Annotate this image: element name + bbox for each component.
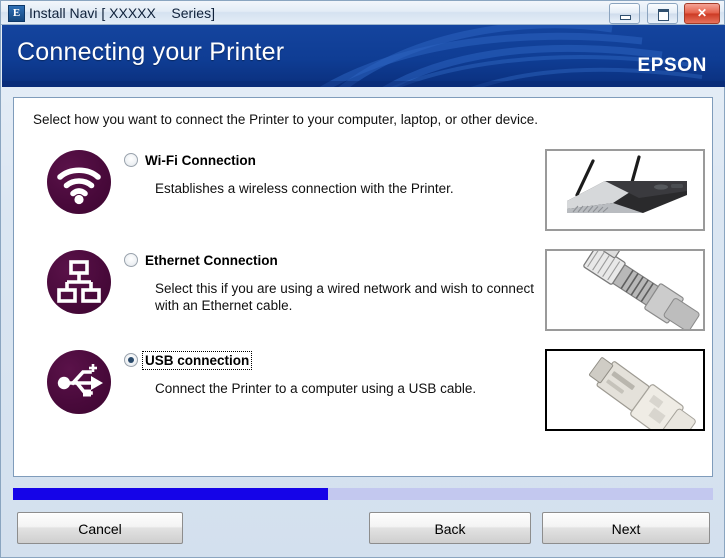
usb-connector-image [547, 351, 703, 429]
minimize-button[interactable] [609, 3, 641, 24]
cancel-button[interactable]: Cancel [17, 512, 183, 544]
radio-ethernet[interactable] [124, 253, 138, 267]
option-description-wifi: Establishes a wireless connection with t… [155, 181, 454, 196]
ethernet-label-group[interactable]: Ethernet Connection [124, 252, 280, 270]
next-button[interactable]: Next [542, 512, 710, 544]
option-label-wifi[interactable]: Wi-Fi Connection [143, 152, 258, 169]
close-icon: ✕ [696, 6, 708, 20]
progress-fill [13, 488, 328, 500]
page-title: Connecting your Printer [17, 38, 285, 66]
usb-label-group[interactable]: USB connection [124, 351, 253, 370]
option-label-usb[interactable]: USB connection [141, 351, 253, 370]
minimize-icon [620, 15, 632, 20]
usb-icon-glyph [57, 364, 103, 397]
epson-logo: EPSON [637, 55, 707, 76]
radio-usb[interactable] [124, 353, 138, 367]
usb-connector-photo [545, 349, 705, 431]
ethernet-cable-photo [545, 249, 705, 331]
usb-icon [47, 350, 111, 414]
title-bar: E Install Navi [ XXXXX Series] ✕ [1, 1, 724, 25]
install-navi-window: E Install Navi [ XXXXX Series] ✕ Connect… [0, 0, 725, 558]
maximize-button[interactable] [646, 3, 678, 24]
instruction-text: Select how you want to connect the Print… [33, 112, 539, 127]
content-panel: Select how you want to connect the Print… [13, 97, 713, 477]
radio-wifi[interactable] [124, 153, 138, 167]
option-description-ethernet: Select this if you are using a wired net… [155, 281, 534, 313]
option-row-usb[interactable]: USB connection Connect the Printer to a … [14, 349, 712, 434]
ethernet-icon [47, 250, 111, 314]
wifi-icon-glyph [57, 167, 101, 205]
maximize-icon [657, 9, 669, 21]
option-label-ethernet[interactable]: Ethernet Connection [143, 252, 280, 269]
progress-bar [13, 488, 713, 500]
ethernet-icon-glyph [57, 260, 101, 303]
close-button[interactable]: ✕ [684, 3, 720, 24]
option-row-wifi[interactable]: Wi-Fi Connection Establishes a wireless … [14, 149, 712, 234]
wifi-label-group[interactable]: Wi-Fi Connection [124, 152, 258, 170]
epson-e-icon: E [8, 5, 25, 22]
option-description-usb: Connect the Printer to a computer using … [155, 381, 477, 396]
router-image [547, 151, 703, 229]
back-button[interactable]: Back [369, 512, 531, 544]
option-row-ethernet[interactable]: Ethernet Connection Select this if you a… [14, 249, 712, 334]
window-controls: ✕ [607, 3, 720, 24]
wifi-icon [47, 150, 111, 214]
wireless-router-photo [545, 149, 705, 231]
window-title: Install Navi [ XXXXX Series] [29, 5, 215, 21]
ethernet-cable-image [547, 251, 703, 329]
header-banner: Connecting your Printer EPSON [2, 25, 725, 87]
